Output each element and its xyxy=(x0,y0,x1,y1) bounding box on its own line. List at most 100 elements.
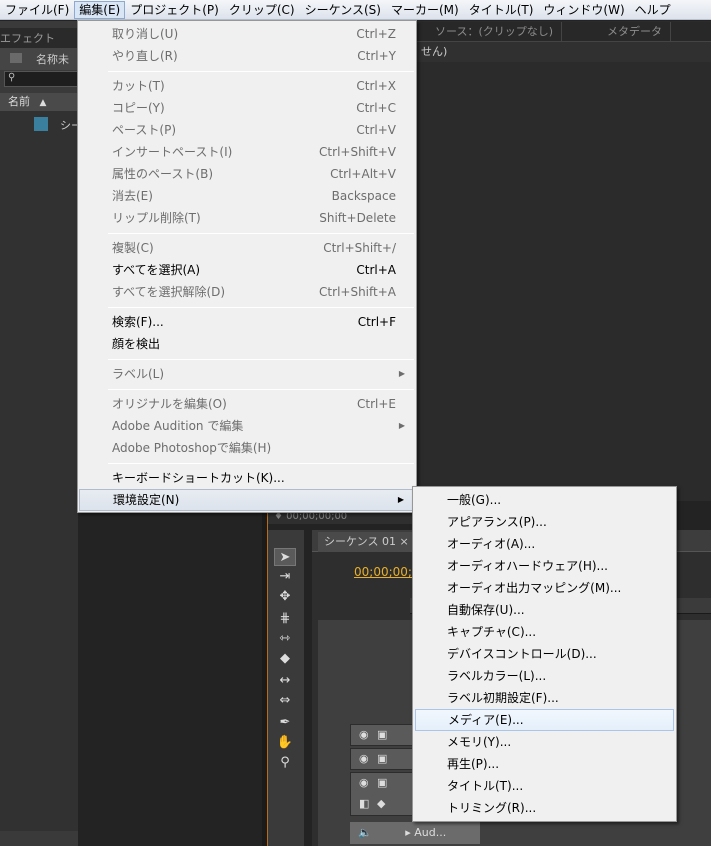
sequence-tab-label: シーケンス 01 xyxy=(324,535,396,548)
submenu-item-audio-output-mapping[interactable]: オーディオ出力マッピング(M)... xyxy=(415,577,674,599)
project-search-input[interactable]: ⚲ xyxy=(4,71,78,87)
menu-separator xyxy=(108,389,414,390)
menu-file[interactable]: ファイル(F) xyxy=(0,1,74,19)
film-icon: ▣ xyxy=(377,728,388,741)
source-monitor-header: せん) xyxy=(417,42,711,62)
expand-arrow-icon[interactable]: ▸ xyxy=(405,826,411,839)
pen-tool-icon[interactable]: ✒ xyxy=(274,714,296,732)
zoom-tool-icon[interactable]: ⚲ xyxy=(274,754,296,772)
rolling-edit-tool-icon[interactable]: ⋕ xyxy=(274,610,296,628)
menu-separator xyxy=(108,463,414,464)
film-icon: ▣ xyxy=(377,752,388,765)
menu-edit[interactable]: 編集(E) xyxy=(74,0,126,19)
submenu-item-capture[interactable]: キャプチャ(C)... xyxy=(415,621,674,643)
submenu-item-audio-hardware[interactable]: オーディオハードウェア(H)... xyxy=(415,555,674,577)
submenu-item-trim[interactable]: トリミング(R)... xyxy=(415,797,674,819)
eye-icon[interactable]: ◉ xyxy=(359,776,369,789)
menu-marker[interactable]: マーカー(M) xyxy=(386,1,464,19)
menu-item-preferences[interactable]: 環境設定(N) ▶ xyxy=(79,489,415,511)
submenu-item-playback[interactable]: 再生(P)... xyxy=(415,753,674,775)
submenu-item-auto-save[interactable]: 自動保存(U)... xyxy=(415,599,674,621)
hand-tool-icon[interactable]: ✋ xyxy=(274,734,296,752)
tab-metadata[interactable]: メタデータ xyxy=(599,22,671,42)
selection-tool-icon[interactable]: ➤ xyxy=(274,548,296,566)
menu-item-find[interactable]: 検索(F)... Ctrl+F xyxy=(79,311,415,333)
track-header-expanded[interactable]: ◉ ▣ ◧ ◆ xyxy=(350,772,420,816)
track-select-tool-icon[interactable]: ⇥ xyxy=(274,568,296,586)
sort-up-icon: ▲ xyxy=(39,98,47,108)
submenu-item-label-defaults[interactable]: ラベル初期設定(F)... xyxy=(415,687,674,709)
project-name: 名称未 xyxy=(36,53,69,66)
menu-separator xyxy=(108,71,414,72)
eye-icon[interactable]: ◉ xyxy=(359,752,369,765)
track-header[interactable]: ◉ ▣ xyxy=(350,748,420,770)
menu-item-undo[interactable]: 取り消し(U) Ctrl+Z xyxy=(79,23,415,45)
menu-item-detect-faces[interactable]: 顔を検出 xyxy=(79,333,415,355)
menu-sequence[interactable]: シーケンス(S) xyxy=(300,1,386,19)
submenu-arrow-icon: ▶ xyxy=(398,369,405,378)
menu-window[interactable]: ウィンドウ(W) xyxy=(538,1,629,19)
submenu-item-label-colors[interactable]: ラベルカラー(L)... xyxy=(415,665,674,687)
submenu-item-device-control[interactable]: デバイスコントロール(D)... xyxy=(415,643,674,665)
menu-item-duplicate[interactable]: 複製(C) Ctrl+Shift+/ xyxy=(79,237,415,259)
timeline-timecode[interactable]: 00;00;00;0 xyxy=(354,565,420,579)
slide-tool-icon[interactable]: ⇔ xyxy=(274,692,296,710)
menu-separator xyxy=(108,233,414,234)
slip-tool-icon[interactable]: ↔ xyxy=(274,672,296,690)
tab-effects[interactable]: エフェクト xyxy=(0,30,55,48)
menu-item-select-all[interactable]: すべてを選択(A) Ctrl+A xyxy=(79,259,415,281)
source-monitor xyxy=(417,21,711,501)
menu-title[interactable]: タイトル(T) xyxy=(464,1,539,19)
menu-item-ripple-delete[interactable]: リップル削除(T) Shift+Delete xyxy=(79,207,415,229)
submenu-item-general[interactable]: 一般(G)... xyxy=(415,489,674,511)
menu-separator xyxy=(108,307,414,308)
menu-item-deselect-all[interactable]: すべてを選択解除(D) Ctrl+Shift+A xyxy=(79,281,415,303)
menu-item-paste-attributes[interactable]: 属性のペースト(B) Ctrl+Alt+V xyxy=(79,163,415,185)
submenu-arrow-icon: ▶ xyxy=(397,495,404,504)
menu-item-redo[interactable]: やり直し(R) Ctrl+Y xyxy=(79,45,415,67)
menu-item-label[interactable]: ラベル(L) ▶ xyxy=(79,363,415,385)
project-title-bar: 名称未 xyxy=(0,48,78,70)
ripple-edit-tool-icon[interactable]: ✥ xyxy=(274,588,296,606)
menu-clip[interactable]: クリップ(C) xyxy=(224,1,300,19)
edit-menu-dropdown: 取り消し(U) Ctrl+Z やり直し(R) Ctrl+Y カット(T) Ctrl+X… xyxy=(77,20,417,513)
project-item-list: シー xyxy=(0,111,82,831)
column-header-name[interactable]: 名前 ▲ xyxy=(0,93,78,111)
track-header[interactable]: ◉ ▣ xyxy=(350,724,420,746)
menu-item-cut[interactable]: カット(T) Ctrl+X xyxy=(79,75,415,97)
submenu-arrow-icon: ▶ xyxy=(398,421,405,430)
tab-sequence-01[interactable]: シーケンス 01 × xyxy=(318,532,415,552)
menu-project[interactable]: プロジェクト(P) xyxy=(125,1,224,19)
tools-panel: ➤ ⇥ ✥ ⋕ ⇿ ◆ ↔ ⇔ ✒ ✋ ⚲ xyxy=(268,530,304,846)
submenu-item-media[interactable]: メディア(E)... xyxy=(415,709,674,731)
menu-item-edit-original[interactable]: オリジナルを編集(O) Ctrl+E xyxy=(79,393,415,415)
submenu-item-appearance[interactable]: アピアランス(P)... xyxy=(415,511,674,533)
audio-track-label: Aud... xyxy=(414,826,447,839)
folder-icon xyxy=(10,53,22,63)
close-icon[interactable]: × xyxy=(399,535,408,548)
menu-help[interactable]: ヘルプ xyxy=(630,1,676,19)
menu-item-clear[interactable]: 消去(E) Backspace xyxy=(79,185,415,207)
menu-item-edit-in-photoshop[interactable]: Adobe Photoshopで編集(H) xyxy=(79,437,415,459)
sequence-icon xyxy=(34,117,48,131)
submenu-item-titler[interactable]: タイトル(T)... xyxy=(415,775,674,797)
menu-item-keyboard-shortcuts[interactable]: キーボードショートカット(K)... xyxy=(79,467,415,489)
submenu-item-memory[interactable]: メモリ(Y)... xyxy=(415,731,674,753)
keyframe-icon[interactable]: ◆ xyxy=(377,797,385,810)
eye-icon[interactable]: ◉ xyxy=(359,728,369,741)
keyframe-view-icon[interactable]: ◧ xyxy=(359,797,369,810)
menu-item-edit-in-audition[interactable]: Adobe Audition で編集 ▶ xyxy=(79,415,415,437)
menu-item-copy[interactable]: コピー(Y) Ctrl+C xyxy=(79,97,415,119)
submenu-item-audio[interactable]: オーディオ(A)... xyxy=(415,533,674,555)
tab-source[interactable]: ソース：(クリップなし) xyxy=(427,22,563,42)
speaker-icon[interactable]: 🔈 xyxy=(358,826,372,839)
razor-tool-icon[interactable]: ◆ xyxy=(274,650,296,668)
rate-stretch-tool-icon[interactable]: ⇿ xyxy=(274,630,296,648)
menu-item-paste[interactable]: ペースト(P) Ctrl+V xyxy=(79,119,415,141)
audio-track-header[interactable]: 🔈 ▸ Aud... xyxy=(350,822,480,844)
column-name-label: 名前 xyxy=(8,95,30,108)
menu-bar: ファイル(F) 編集(E) プロジェクト(P) クリップ(C) シーケンス(S)… xyxy=(0,0,711,20)
source-monitor-tabs: ソース：(クリップなし) メタデータ xyxy=(417,22,711,42)
menu-item-paste-insert[interactable]: インサートペースト(I) Ctrl+Shift+V xyxy=(79,141,415,163)
project-panel-tabs: エフェクト xyxy=(0,28,78,48)
